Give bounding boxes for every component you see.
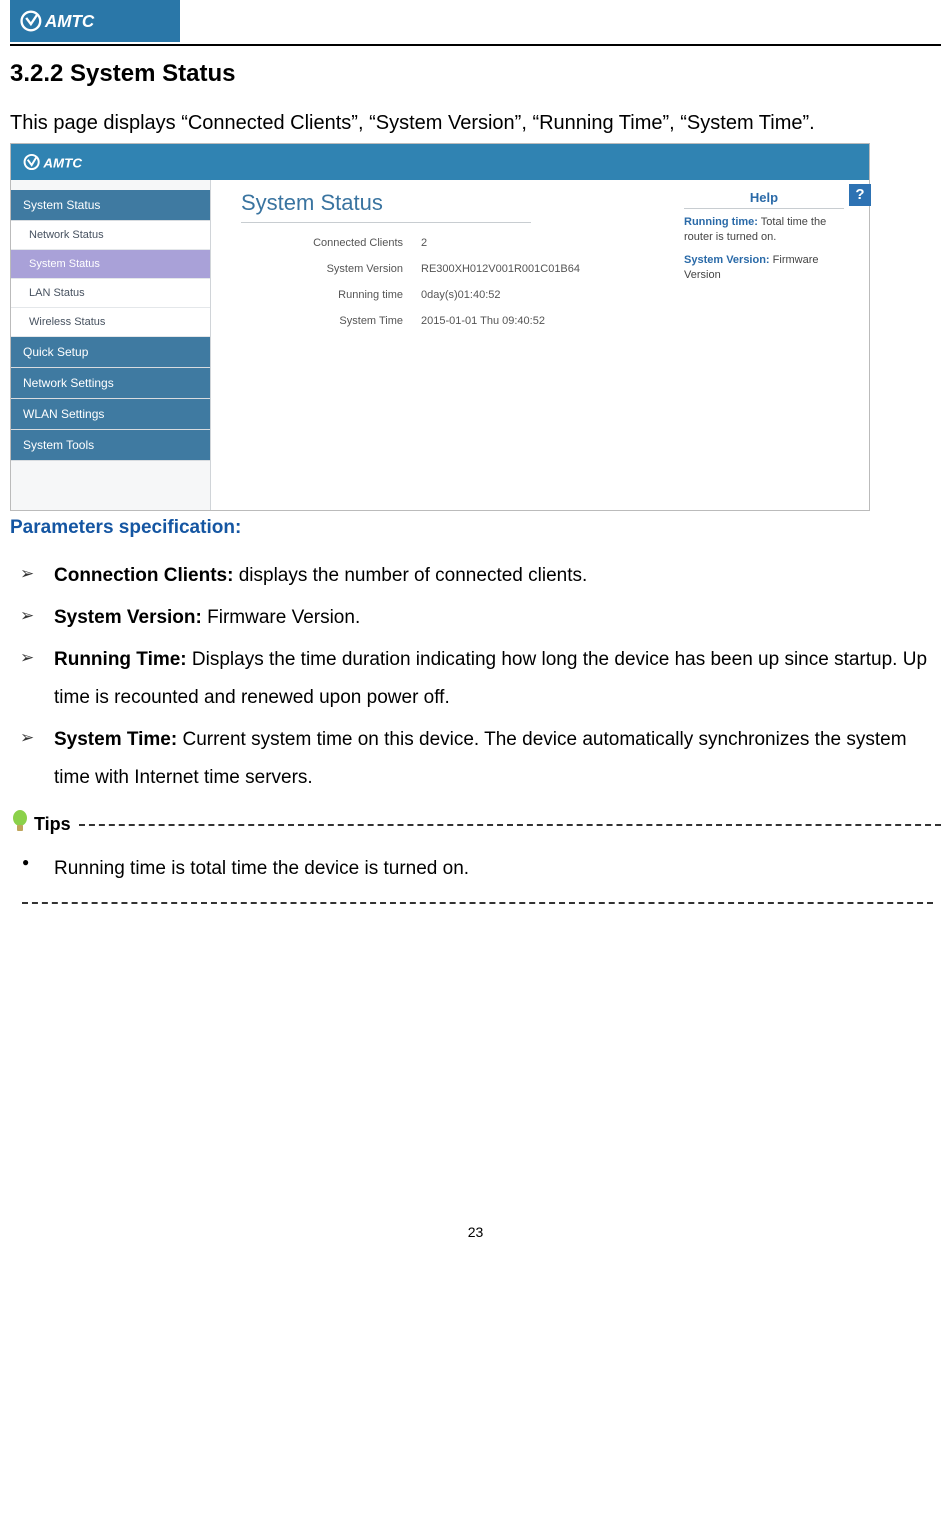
help-panel-title: Help <box>684 190 844 209</box>
amtc-logo-icon: AMTC <box>23 151 149 173</box>
status-value: RE300XH012V001R001C01B64 <box>421 263 580 275</box>
param-term: System Time: <box>54 729 177 750</box>
svg-text:AMTC: AMTC <box>44 12 95 31</box>
page-number: 23 <box>10 1224 941 1256</box>
status-label: System Version <box>241 263 421 275</box>
tips-label: Tips <box>34 814 71 835</box>
tips-end-dashed-line <box>22 902 933 904</box>
status-value: 2 <box>421 237 427 249</box>
param-desc: displays the number of connected clients… <box>233 565 587 586</box>
status-label: Running time <box>241 289 421 301</box>
tip-item: Running time is total time the device is… <box>16 852 941 886</box>
param-term: Connection Clients: <box>54 565 233 586</box>
status-row-system-time: System Time 2015-01-01 Thu 09:40:52 <box>241 315 684 327</box>
sidebar-item-quick-setup[interactable]: Quick Setup <box>11 337 210 368</box>
param-term: Running Time: <box>54 649 187 670</box>
status-panel: System Status Connected Clients 2 System… <box>241 190 684 490</box>
param-system-time: System Time: Current system time on this… <box>16 721 941 797</box>
parameters-list: Connection Clients: displays the number … <box>16 557 941 797</box>
help-row-running-time: Running time: Total time the router is t… <box>684 215 844 245</box>
router-header-bar: AMTC <box>11 144 869 180</box>
section-title: 3.2.2 System Status <box>10 60 941 88</box>
status-panel-title: System Status <box>241 190 531 223</box>
sidebar-item-lan-status[interactable]: LAN Status <box>11 279 210 308</box>
sidebar-item-system-tools[interactable]: System Tools <box>11 430 210 461</box>
tips-dashed-line <box>79 824 941 826</box>
help-panel: Help Running time: Total time the router… <box>684 190 849 490</box>
tips-list: Running time is total time the device is… <box>16 852 941 886</box>
router-admin-screenshot: AMTC ? System Status Network Status Syst… <box>10 143 870 511</box>
intro-text: This page displays “Connected Clients”, … <box>10 112 941 135</box>
param-desc: Firmware Version. <box>202 607 360 628</box>
help-term: Running time: <box>684 216 758 228</box>
param-connection-clients: Connection Clients: displays the number … <box>16 557 941 595</box>
status-value: 2015-01-01 Thu 09:40:52 <box>421 315 545 327</box>
status-row-system-version: System Version RE300XH012V001R001C01B64 <box>241 263 684 275</box>
svg-text:AMTC: AMTC <box>42 155 82 170</box>
sidebar-item-wireless-status[interactable]: Wireless Status <box>11 308 210 337</box>
sidebar-item-wlan-settings[interactable]: WLAN Settings <box>11 399 210 430</box>
help-term: System Version: <box>684 254 770 266</box>
help-icon[interactable]: ? <box>849 184 871 206</box>
sidebar-item-system-status[interactable]: System Status <box>11 190 210 221</box>
lightbulb-icon <box>10 809 30 840</box>
param-desc: Current system time on this device. The … <box>54 729 907 788</box>
sidebar-item-network-settings[interactable]: Network Settings <box>11 368 210 399</box>
header-divider <box>10 44 941 46</box>
brand-logo-bar: AMTC <box>10 0 180 42</box>
param-term: System Version: <box>54 607 202 628</box>
param-running-time: Running Time: Displays the time duration… <box>16 641 941 717</box>
status-label: Connected Clients <box>241 237 421 249</box>
status-value: 0day(s)01:40:52 <box>421 289 501 301</box>
amtc-logo-icon: AMTC <box>20 7 160 35</box>
help-row-system-version: System Version: Firmware Version <box>684 253 844 283</box>
router-sidebar: System Status Network Status System Stat… <box>11 180 211 510</box>
status-label: System Time <box>241 315 421 327</box>
tips-header: Tips <box>10 809 941 840</box>
param-system-version: System Version: Firmware Version. <box>16 599 941 637</box>
status-row-connected-clients: Connected Clients 2 <box>241 237 684 249</box>
status-row-running-time: Running time 0day(s)01:40:52 <box>241 289 684 301</box>
sidebar-item-system-status-sub[interactable]: System Status <box>11 250 210 279</box>
sidebar-item-network-status[interactable]: Network Status <box>11 221 210 250</box>
parameters-heading: Parameters specification: <box>10 517 941 539</box>
